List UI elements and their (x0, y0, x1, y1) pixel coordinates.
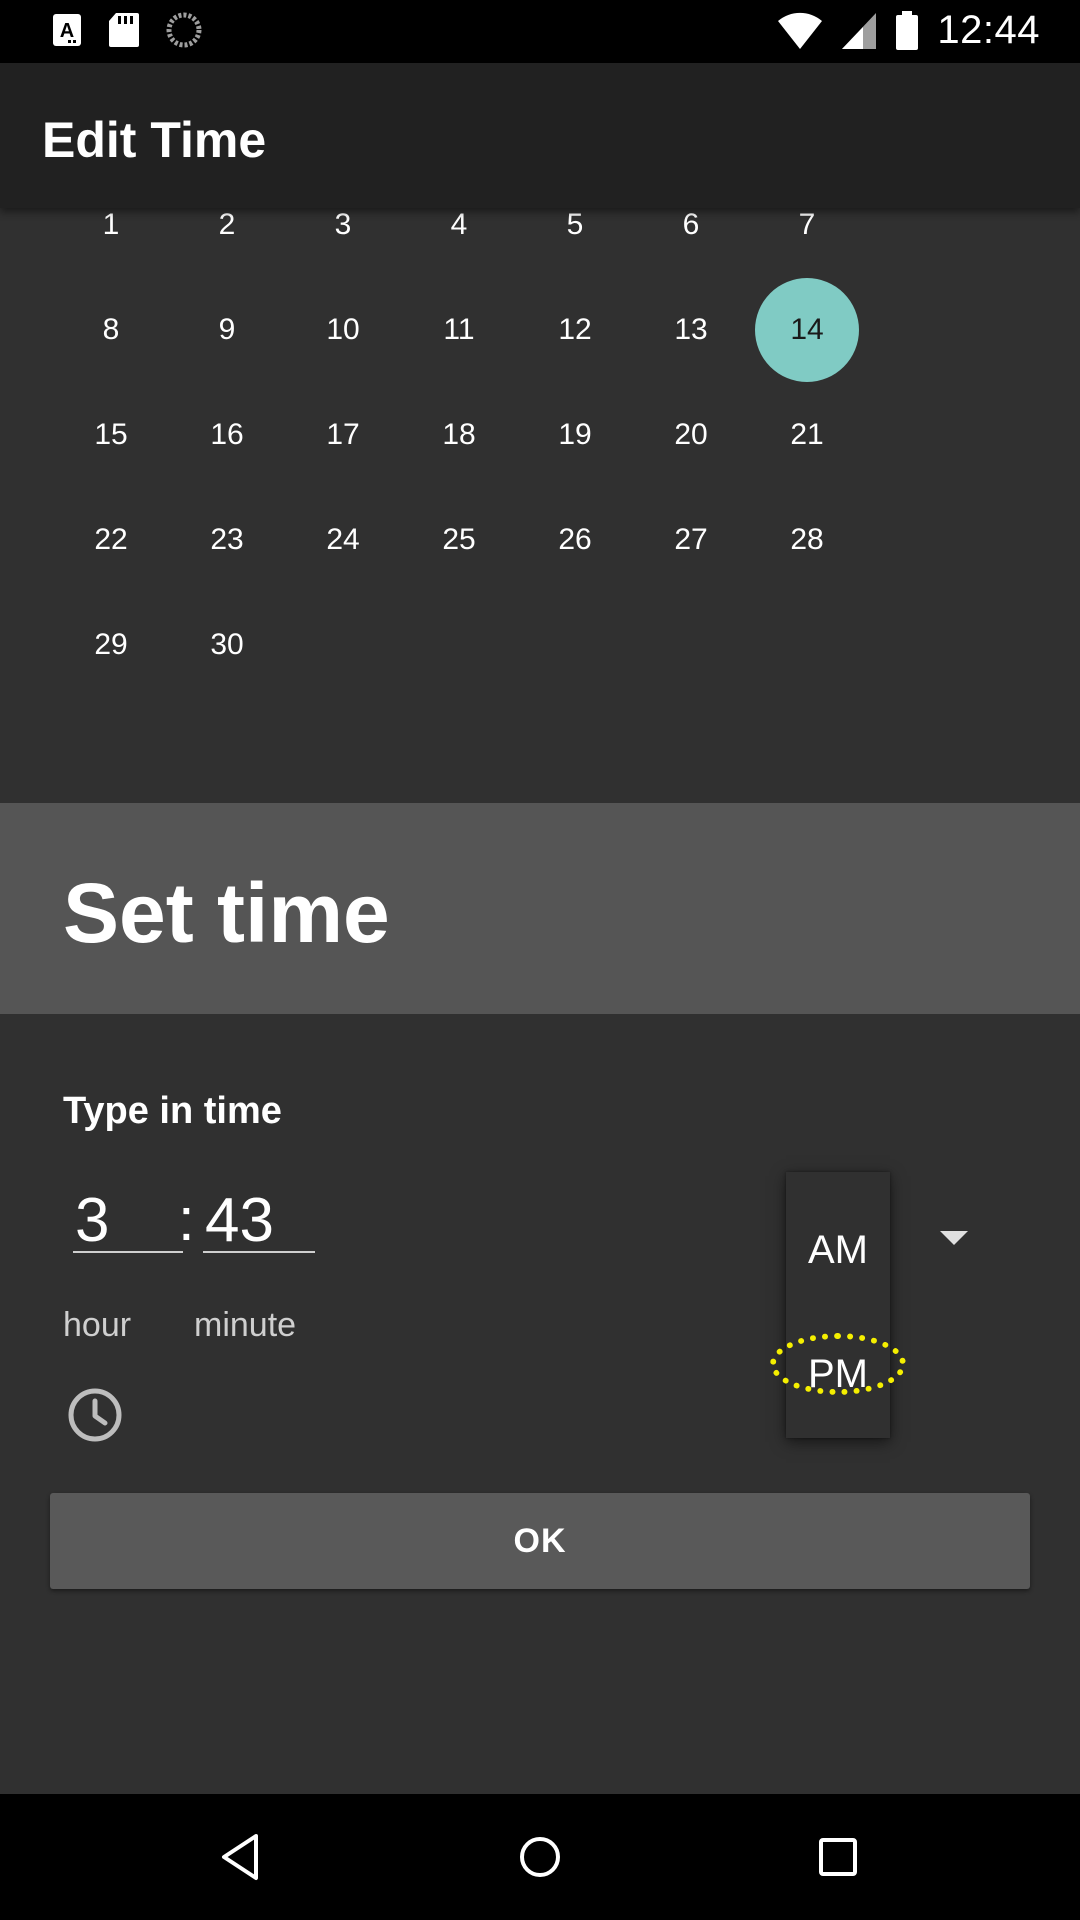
wifi-icon (778, 12, 823, 49)
page-title: Edit Time (42, 112, 267, 168)
home-icon[interactable] (507, 1824, 573, 1890)
calendar-day[interactable]: 18 (407, 383, 511, 487)
status-bar: A 12:44 (0, 0, 1080, 63)
calendar-day[interactable]: 25 (407, 488, 511, 592)
calendar-day-selected[interactable]: 14 (755, 278, 859, 382)
text-icon: A (53, 14, 81, 46)
calendar-month-grid: 1 2 3 4 5 6 7 8 9 10 11 12 13 14 15 16 1… (0, 208, 1080, 803)
status-left-icons: A (52, 12, 202, 48)
highlight-ring (770, 1333, 906, 1395)
screen: A 12:44 Edit Time 1 2 3 4 5 6 7 8 9 10 1… (0, 0, 1080, 1920)
calendar-day[interactable]: 24 (291, 488, 395, 592)
calendar-day[interactable]: 8 (59, 278, 163, 382)
calendar-day[interactable]: 29 (59, 593, 163, 697)
calendar-day[interactable]: 28 (755, 488, 859, 592)
type-in-time-label: Type in time (63, 1090, 282, 1132)
status-right-icons: 12:44 (777, 8, 1040, 53)
dialog-header: Set time (0, 803, 1080, 1014)
minute-input[interactable]: 43 (203, 1189, 315, 1253)
calendar-day[interactable]: 15 (59, 383, 163, 487)
hour-hint-label: hour (63, 1306, 132, 1344)
calendar-day[interactable]: 12 (523, 278, 627, 382)
sync-icon (166, 12, 202, 48)
calendar-day[interactable]: 30 (175, 593, 279, 697)
calendar-day[interactable]: 23 (175, 488, 279, 592)
ampm-dropdown-menu: AM PM (786, 1172, 890, 1438)
calendar-day[interactable]: 26 (523, 488, 627, 592)
dropdown-arrow-icon[interactable] (940, 1231, 968, 1245)
calendar-day[interactable]: 13 (639, 278, 743, 382)
battery-icon (896, 10, 919, 50)
minute-hint-label: minute (194, 1306, 297, 1344)
am-option[interactable]: AM (786, 1228, 890, 1273)
app-bar: Edit Time (0, 63, 1080, 208)
ok-button[interactable]: OK (50, 1493, 1030, 1589)
calendar-day[interactable]: 19 (523, 383, 627, 487)
signal-icon (842, 12, 877, 49)
calendar-day[interactable]: 9 (175, 278, 279, 382)
calendar-day[interactable]: 21 (755, 383, 859, 487)
dialog-body: Type in time 3 : 43 hour minute AM PM OK (0, 1014, 1080, 1794)
calendar-day[interactable]: 16 (175, 383, 279, 487)
navigation-bar (0, 1794, 1080, 1920)
svg-text:A: A (60, 20, 74, 42)
status-time: 12:44 (937, 8, 1040, 52)
sd-card-icon (109, 13, 139, 47)
calendar-day[interactable]: 27 (639, 488, 743, 592)
dialog-title: Set time (63, 866, 390, 960)
hour-input[interactable]: 3 (73, 1189, 183, 1253)
back-icon[interactable] (208, 1824, 274, 1890)
calendar-day[interactable]: 10 (291, 278, 395, 382)
calendar-day[interactable]: 20 (639, 383, 743, 487)
calendar-day[interactable]: 11 (407, 278, 511, 382)
calendar-day[interactable]: 17 (291, 383, 395, 487)
recents-icon[interactable] (805, 1824, 871, 1890)
clock-icon[interactable] (66, 1386, 124, 1444)
calendar-day[interactable]: 22 (59, 488, 163, 592)
time-separator: : (178, 1186, 195, 1253)
